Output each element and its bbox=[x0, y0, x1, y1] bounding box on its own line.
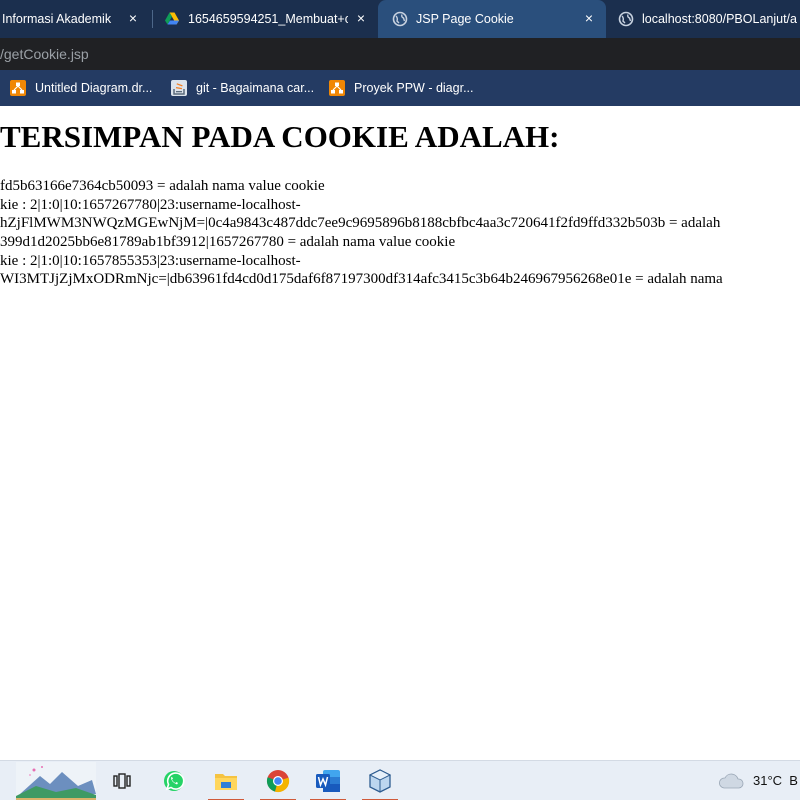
cookie-line: hZjFlMWM3NWQzMGEwNjM=|0c4a9843c487ddc7ee… bbox=[0, 215, 721, 231]
tab-separator bbox=[152, 10, 153, 28]
tab-title: JSP Page Cookie bbox=[416, 12, 514, 26]
cloud-icon bbox=[719, 773, 744, 789]
cookie-line: kie : 2|1:0|10:1657267780|23:username-lo… bbox=[0, 197, 301, 213]
virtualbox-icon bbox=[368, 769, 392, 793]
bookmark-untitled-diagram[interactable]: Untitled Diagram.dr... bbox=[10, 79, 152, 97]
page-heading: TERSIMPAN PADA COOKIE ADALAH: bbox=[0, 119, 560, 154]
bookmark-git[interactable]: git - Bagaimana car... bbox=[171, 79, 314, 97]
cookie-line: fd5b63166e7364cb50093 = adalah nama valu… bbox=[0, 178, 325, 194]
globe-icon bbox=[392, 11, 408, 27]
cookie-line: kie : 2|1:0|10:1657855353|23:username-lo… bbox=[0, 253, 301, 269]
virtualbox-button[interactable] bbox=[358, 761, 402, 800]
tab-title: 1654659594251_Membuat+c bbox=[188, 12, 348, 26]
bookmarks-bar: Untitled Diagram.dr... git - Bagaimana c… bbox=[0, 70, 800, 106]
landscape-icon bbox=[16, 762, 96, 800]
weather-widget[interactable] bbox=[716, 761, 746, 800]
chrome-button[interactable] bbox=[256, 761, 300, 800]
task-view-button[interactable] bbox=[100, 761, 144, 800]
taskbar: 31°C B bbox=[0, 760, 800, 800]
cookie-line: 399d1d2025bb6e81789ab1bf3912|1657267780 … bbox=[0, 234, 456, 250]
address-bar[interactable]: /getCookie.jsp bbox=[0, 38, 800, 70]
weather-readout[interactable]: 31°C B bbox=[753, 773, 798, 788]
tab-localhost[interactable]: localhost:8080/PBOLanjut/a bbox=[606, 0, 800, 38]
bookmark-label: git - Bagaimana car... bbox=[196, 81, 315, 95]
drawio-icon bbox=[10, 80, 26, 96]
tab-strip: Informasi Akademik × 1654659594251_Membu… bbox=[0, 0, 800, 38]
whatsapp-icon bbox=[164, 771, 185, 791]
file-explorer-button[interactable] bbox=[204, 761, 248, 800]
tab-title: Informasi Akademik bbox=[2, 12, 112, 26]
tab-jsp-page-cookie[interactable]: JSP Page Cookie × bbox=[378, 0, 606, 38]
landscape-widget[interactable] bbox=[14, 761, 98, 800]
word-icon bbox=[316, 770, 340, 792]
close-icon[interactable]: × bbox=[582, 11, 596, 25]
google-drive-icon bbox=[165, 12, 179, 25]
temperature: 31°C bbox=[753, 773, 783, 788]
word-button[interactable] bbox=[306, 761, 350, 800]
bookmark-label: Untitled Diagram.dr... bbox=[35, 81, 153, 95]
globe-icon bbox=[618, 11, 634, 27]
weather-condition: B bbox=[789, 773, 798, 788]
url-text[interactable]: /getCookie.jsp bbox=[0, 46, 89, 62]
whatsapp-button[interactable] bbox=[152, 761, 196, 800]
close-icon[interactable]: × bbox=[126, 11, 140, 25]
task-view-icon bbox=[113, 773, 131, 789]
chrome-icon bbox=[266, 770, 290, 793]
cookie-line: WI3MTJjZjMxODRmNjc=|db63961fd4cd0d175daf… bbox=[0, 271, 723, 287]
bookmark-proyek-ppw[interactable]: Proyek PPW - diagr... bbox=[329, 79, 473, 97]
page-content: TERSIMPAN PADA COOKIE ADALAH: fd5b63166e… bbox=[0, 106, 800, 760]
tab-title: localhost:8080/PBOLanjut/a bbox=[642, 12, 797, 26]
close-icon[interactable]: × bbox=[354, 11, 368, 25]
bookmark-label: Proyek PPW - diagr... bbox=[354, 81, 474, 95]
tab-google-drive-file[interactable]: 1654659594251_Membuat+c × bbox=[154, 0, 378, 38]
file-explorer-icon bbox=[215, 774, 237, 790]
drawio-icon bbox=[329, 80, 345, 96]
stack-overflow-icon bbox=[171, 80, 187, 96]
tab-informasi-akademik[interactable]: Informasi Akademik × bbox=[0, 0, 150, 38]
